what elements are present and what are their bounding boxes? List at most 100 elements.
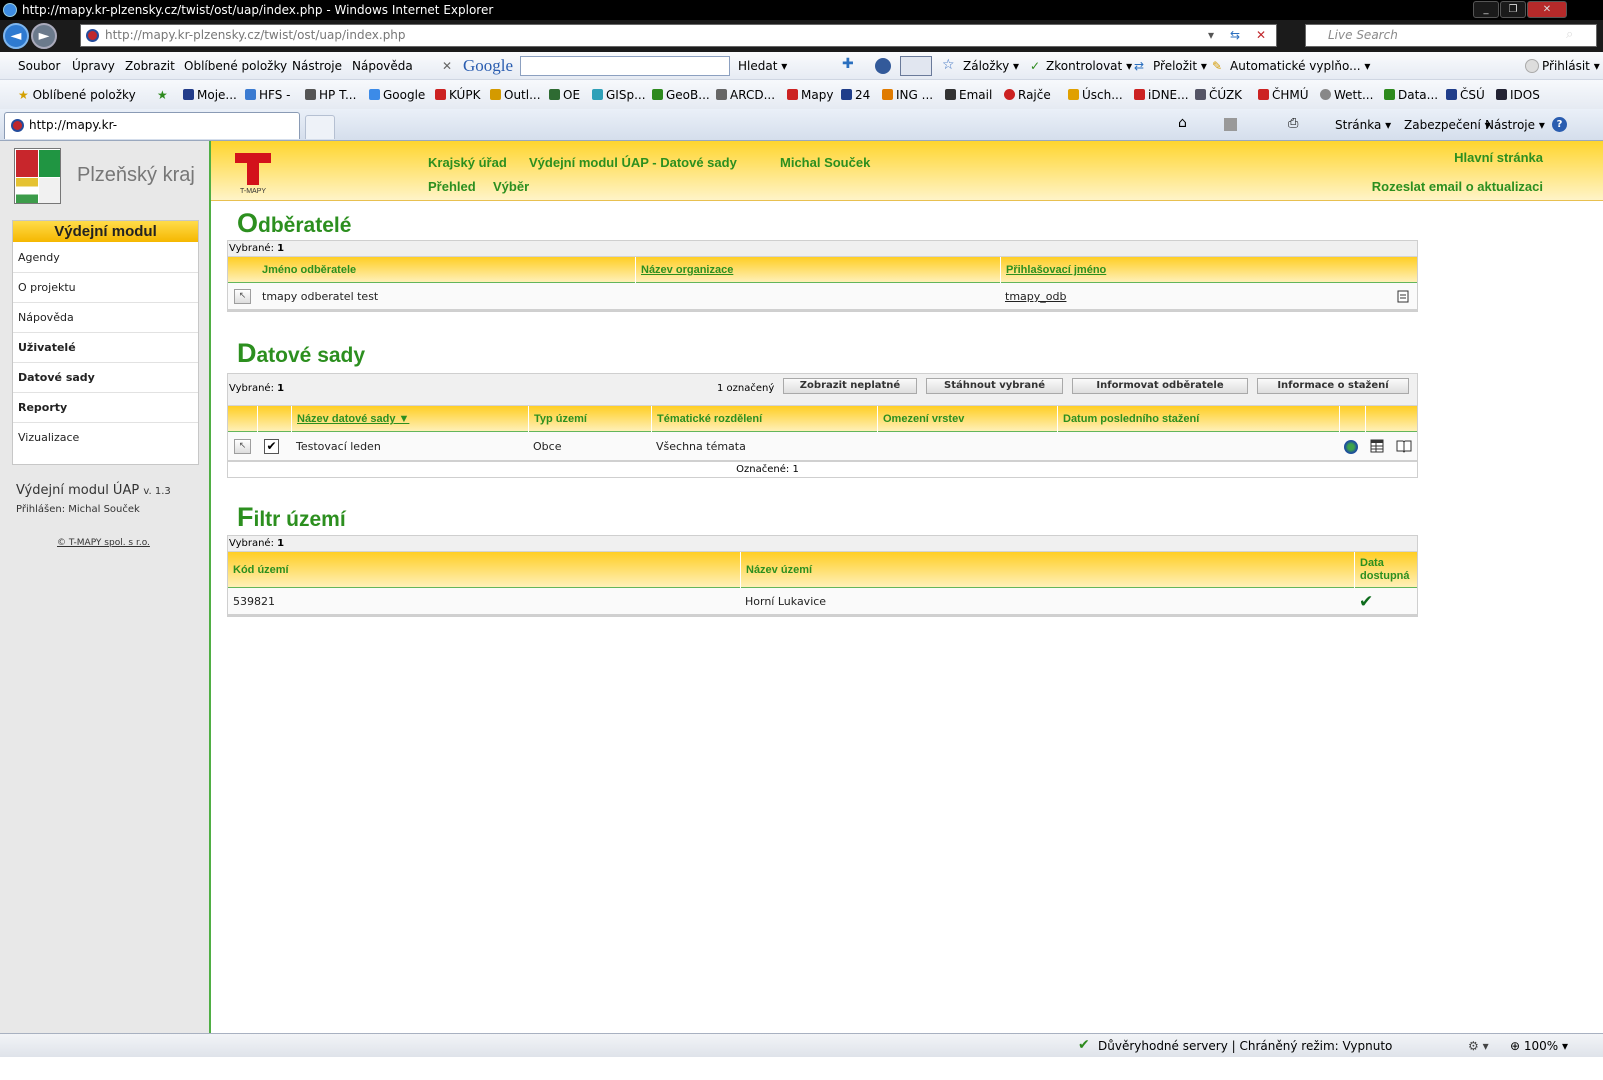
fav-item[interactable]: ARCD... [716,88,775,102]
fav-item[interactable]: ČSÚ [1446,88,1485,102]
sidebar-item-agendy[interactable]: Agendy [13,243,198,273]
address-dropdown-icon[interactable]: ▾ [1208,25,1214,46]
menu-napoveda[interactable]: Nápověda [352,59,413,73]
menu-zobrazit[interactable]: Zobrazit [125,59,175,73]
fav-item[interactable]: Google [369,88,425,102]
stahnout-vybrane-button[interactable]: Stáhnout vybrané [926,378,1063,394]
google-search-input[interactable] [520,56,730,76]
plus-icon[interactable]: ✚ [842,56,854,72]
fav-item[interactable]: OE [549,88,580,102]
feeds-icon[interactable] [1224,118,1237,131]
fav-item[interactable]: Rajče [1004,88,1051,102]
col-nazev-uzemi[interactable]: Název území [740,552,1354,588]
zobrazit-neplatne-button[interactable]: Zobrazit neplatné [783,378,917,394]
minimize-button[interactable]: _ [1473,1,1499,18]
browser-tab[interactable]: http://mapy.kr-plzensky.cz/twist/ost/uap… [4,112,300,157]
sidebar-item-napoveda[interactable]: Nápověda [13,303,198,333]
fav-item[interactable]: Data... [1384,88,1438,102]
fav-item[interactable]: HP T... [305,88,356,102]
fav-item[interactable]: Mapy [787,88,833,102]
header-office[interactable]: Krajský úřad [428,155,507,170]
fav-item[interactable]: Outl... [490,88,541,102]
zalozky-button[interactable]: Záložky ▾ [963,59,1019,73]
help-icon[interactable]: ? [1552,117,1567,132]
globe-map-icon[interactable] [1344,440,1358,454]
address-bar[interactable]: http://mapy.kr-plzensky.cz/twist/ost/uap… [80,24,1277,47]
new-tab-button[interactable] [305,115,335,139]
add-favorite-icon[interactable]: ★ [157,88,168,102]
print-icon[interactable]: ⎙ [1288,116,1298,131]
globe-icon[interactable] [875,58,891,74]
nav-vyber[interactable]: Výběr [493,179,529,194]
add-document-icon[interactable] [1396,289,1410,303]
search-icon[interactable]: ⌕ [1566,27,1573,42]
close-toolbar-icon[interactable]: ✕ [442,59,452,73]
col-organizace[interactable]: Název organizace [635,257,1000,283]
zkontrolovat-button[interactable]: Zkontrolovat ▾ [1046,59,1132,73]
back-button[interactable]: ◄ [3,23,29,49]
menu-nastroje[interactable]: Nástroje [292,59,342,73]
stranka-menu[interactable]: Stránka ▾ [1335,118,1391,132]
menu-soubor[interactable]: Soubor [18,59,60,73]
book-icon[interactable] [1396,439,1412,453]
fav-item[interactable]: HFS - [245,88,290,102]
sidebar-item-uzivatele[interactable]: Uživatelé [13,333,198,363]
fav-item[interactable]: ČÚZK [1195,88,1242,102]
fav-item[interactable]: Moje... [183,88,237,102]
sidebar-item-datove-sady[interactable]: Datové sady [13,363,198,393]
col-datum[interactable]: Datum posledního stažení [1057,406,1339,432]
fav-item[interactable]: Úsch... [1068,88,1123,102]
home-link[interactable]: Hlavní stránka [1454,150,1543,165]
row-detail-icon[interactable]: ↖ [234,439,251,454]
view-toggle-icon[interactable] [900,56,932,76]
col-login[interactable]: Přihlašovací jméno [1000,257,1390,283]
favorites-button[interactable]: ★ Oblíbené položky [18,88,136,102]
col-omezeni[interactable]: Omezení vrstev [877,406,1057,432]
close-window-button[interactable]: ✕ [1527,1,1567,18]
fav-item[interactable]: IDOS [1496,88,1540,102]
hledat-button[interactable]: Hledat ▾ [738,59,787,73]
cell-login[interactable]: tmapy_odb [1005,283,1066,311]
fav-item[interactable]: 24 [841,88,870,102]
row-detail-icon[interactable]: ↖ [234,289,251,304]
copyright-link[interactable]: © T-MAPY spol. s r.o. [57,538,150,548]
security-settings-icon[interactable]: ⚙ ▾ [1468,1039,1489,1053]
home-icon[interactable]: ⌂ [1178,115,1187,131]
autofill-button[interactable]: Automatické vyplňo... ▾ [1230,59,1370,73]
prihlasit-button[interactable]: Přihlásit ▾ [1542,59,1600,73]
zabezpeceni-menu[interactable]: Zabezpečení ▾ [1404,118,1491,132]
fav-item[interactable]: ČHMÚ [1258,88,1309,102]
col-nazev-sady[interactable]: Název datové sady ▼ [291,406,528,432]
zoom-control[interactable]: ⊕ 100% ▾ [1510,1039,1568,1053]
col-typ-uzemi[interactable]: Typ území [528,406,651,432]
fav-item[interactable]: GISp... [592,88,646,102]
sidebar-item-reporty[interactable]: Reporty [13,393,198,423]
prelozit-button[interactable]: Přeložit ▾ [1153,59,1207,73]
sidebar-item-vizualizace[interactable]: Vizualizace [13,423,198,453]
maximize-button[interactable]: ❐ [1500,1,1526,18]
col-jmeno[interactable]: Jméno odběratele [257,257,635,283]
col-data-dostupna[interactable]: Data dostupná [1354,552,1417,588]
nav-prehled[interactable]: Přehled [428,179,476,194]
fav-item[interactable]: KÚPK [435,88,480,102]
menu-oblibene[interactable]: Oblíbené položky [184,59,287,73]
menu-upravy[interactable]: Úpravy [72,59,115,73]
informace-o-stazeni-button[interactable]: Informace o stažení [1257,378,1409,394]
nastroje-menu[interactable]: Nástroje ▾ [1485,118,1545,132]
forward-button[interactable]: ► [31,23,57,49]
table-view-icon[interactable] [1370,439,1384,453]
fav-item[interactable]: ING ... [882,88,933,102]
col-tematicke[interactable]: Tématické rozdělení [651,406,877,432]
email-update-link[interactable]: Rozeslat email o aktualizaci [1372,179,1543,194]
stop-icon[interactable]: ✕ [1256,25,1266,46]
fav-item[interactable]: Wett... [1320,88,1373,102]
refresh-icon[interactable]: ⇆ [1230,25,1240,46]
row-checkbox[interactable]: ✔ [264,439,279,454]
col-kod-uzemi[interactable]: Kód území [228,552,740,588]
fav-item[interactable]: GeoB... [652,88,710,102]
informovat-odberatele-button[interactable]: Informovat odběratele [1072,378,1248,394]
fav-item[interactable]: iDNE... [1134,88,1189,102]
fav-item[interactable]: Email [945,88,992,102]
live-search-input[interactable]: Live Search [1305,24,1597,47]
sidebar-item-o-projektu[interactable]: O projektu [13,273,198,303]
